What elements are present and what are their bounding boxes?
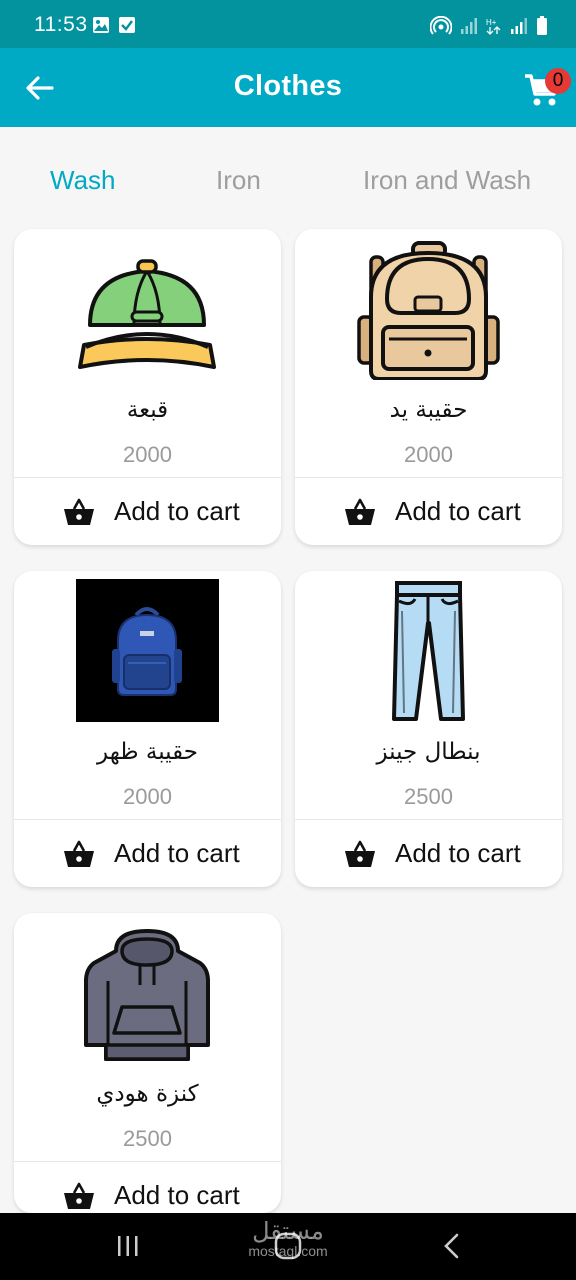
status-bar: 11:53 H+ bbox=[0, 0, 576, 48]
product-price: 2500 bbox=[404, 784, 453, 809]
product-card[interactable]: حقيبة يد 2000 Add to cart bbox=[295, 229, 562, 545]
basket-icon bbox=[345, 498, 375, 525]
add-to-cart-label: Add to cart bbox=[114, 1180, 240, 1210]
product-card[interactable]: حقيبة ظهر 2000 Add to cart bbox=[14, 571, 281, 887]
product-card[interactable]: قبعة 2000 Add to cart bbox=[14, 229, 281, 545]
add-to-cart-button[interactable]: Add to cart bbox=[14, 478, 281, 545]
product-price: 2000 bbox=[123, 784, 172, 809]
product-name: كنزة هودي bbox=[96, 1081, 199, 1107]
status-notification-icons bbox=[92, 16, 136, 34]
app-bar: Clothes bbox=[0, 48, 576, 127]
product-price: 2500 bbox=[123, 1126, 172, 1151]
product-name: حقيبة يد bbox=[389, 397, 468, 423]
hoodie-icon bbox=[84, 929, 210, 1061]
blue-backpack-photo bbox=[76, 579, 219, 722]
product-card[interactable]: كنزة هودي 2500 Add to cart bbox=[14, 913, 281, 1213]
status-time: 11:53 bbox=[34, 13, 88, 36]
chevron-left-icon bbox=[444, 1233, 459, 1259]
jeans-icon bbox=[392, 581, 465, 721]
basket-icon bbox=[64, 1182, 94, 1209]
product-image bbox=[357, 579, 500, 722]
tab-wash[interactable]: Wash bbox=[50, 165, 116, 196]
basket-icon bbox=[345, 840, 375, 867]
check-notification-icon bbox=[119, 17, 135, 33]
status-system-icons: H+ bbox=[430, 16, 548, 36]
add-to-cart-label: Add to cart bbox=[114, 838, 240, 868]
backpack-icon bbox=[357, 241, 500, 381]
gallery-notification-icon bbox=[93, 17, 109, 33]
product-image bbox=[76, 237, 219, 380]
svg-text:H+: H+ bbox=[486, 18, 497, 27]
recent-apps-button[interactable] bbox=[116, 1235, 140, 1262]
page-title: Clothes bbox=[233, 70, 343, 102]
add-to-cart-label: Add to cart bbox=[395, 496, 521, 526]
home-button[interactable] bbox=[273, 1231, 303, 1266]
add-to-cart-button[interactable]: Add to cart bbox=[14, 820, 281, 887]
nav-back-button[interactable] bbox=[442, 1233, 462, 1264]
signal-icon-sim2 bbox=[511, 18, 527, 34]
cart-count-badge: 0 bbox=[545, 68, 571, 94]
signal-icon-sim1 bbox=[461, 18, 477, 34]
recent-apps-icon bbox=[118, 1236, 138, 1256]
product-name: بنطال جينز bbox=[376, 739, 481, 765]
hotspot-icon bbox=[430, 16, 452, 35]
product-image bbox=[357, 237, 500, 381]
service-tabs: Wash Iron Iron and Wash bbox=[0, 127, 576, 227]
cap-icon bbox=[78, 259, 216, 369]
basket-icon bbox=[64, 840, 94, 867]
add-to-cart-label: Add to cart bbox=[395, 838, 521, 868]
add-to-cart-button[interactable]: Add to cart bbox=[14, 1162, 281, 1213]
tab-iron[interactable]: Iron bbox=[216, 165, 261, 196]
product-image bbox=[76, 579, 219, 722]
product-name: حقيبة ظهر bbox=[97, 739, 198, 765]
product-price: 2000 bbox=[123, 442, 172, 467]
product-name: قبعة bbox=[126, 397, 169, 423]
data-hplus-icon: H+ bbox=[486, 18, 501, 35]
add-to-cart-label: Add to cart bbox=[114, 496, 240, 526]
battery-icon bbox=[537, 16, 547, 35]
system-navigation-bar bbox=[0, 1213, 576, 1280]
product-image bbox=[76, 921, 219, 1064]
product-card[interactable]: بنطال جينز 2500 Add to cart bbox=[295, 571, 562, 887]
tab-iron-and-wash[interactable]: Iron and Wash bbox=[363, 165, 531, 196]
add-to-cart-button[interactable]: Add to cart bbox=[295, 820, 562, 887]
home-icon bbox=[274, 1232, 302, 1260]
add-to-cart-button[interactable]: Add to cart bbox=[295, 478, 562, 545]
basket-icon bbox=[64, 498, 94, 525]
product-price: 2000 bbox=[404, 442, 453, 467]
